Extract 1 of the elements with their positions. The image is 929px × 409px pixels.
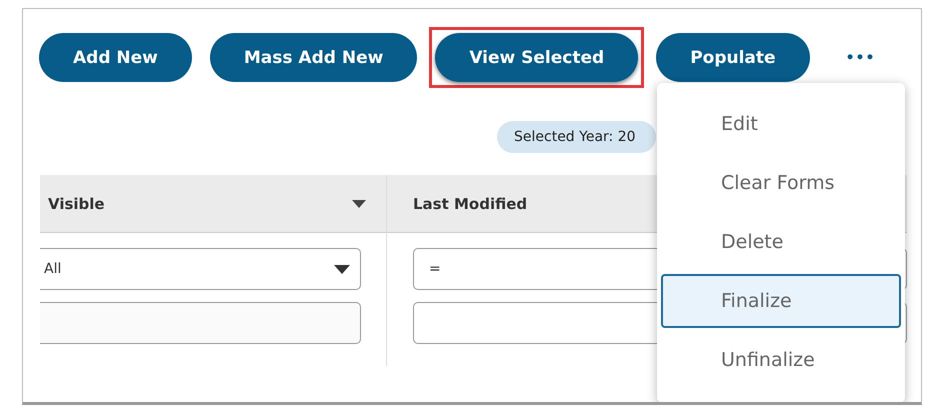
selected-year-badge: Selected Year: 20 bbox=[497, 121, 656, 153]
